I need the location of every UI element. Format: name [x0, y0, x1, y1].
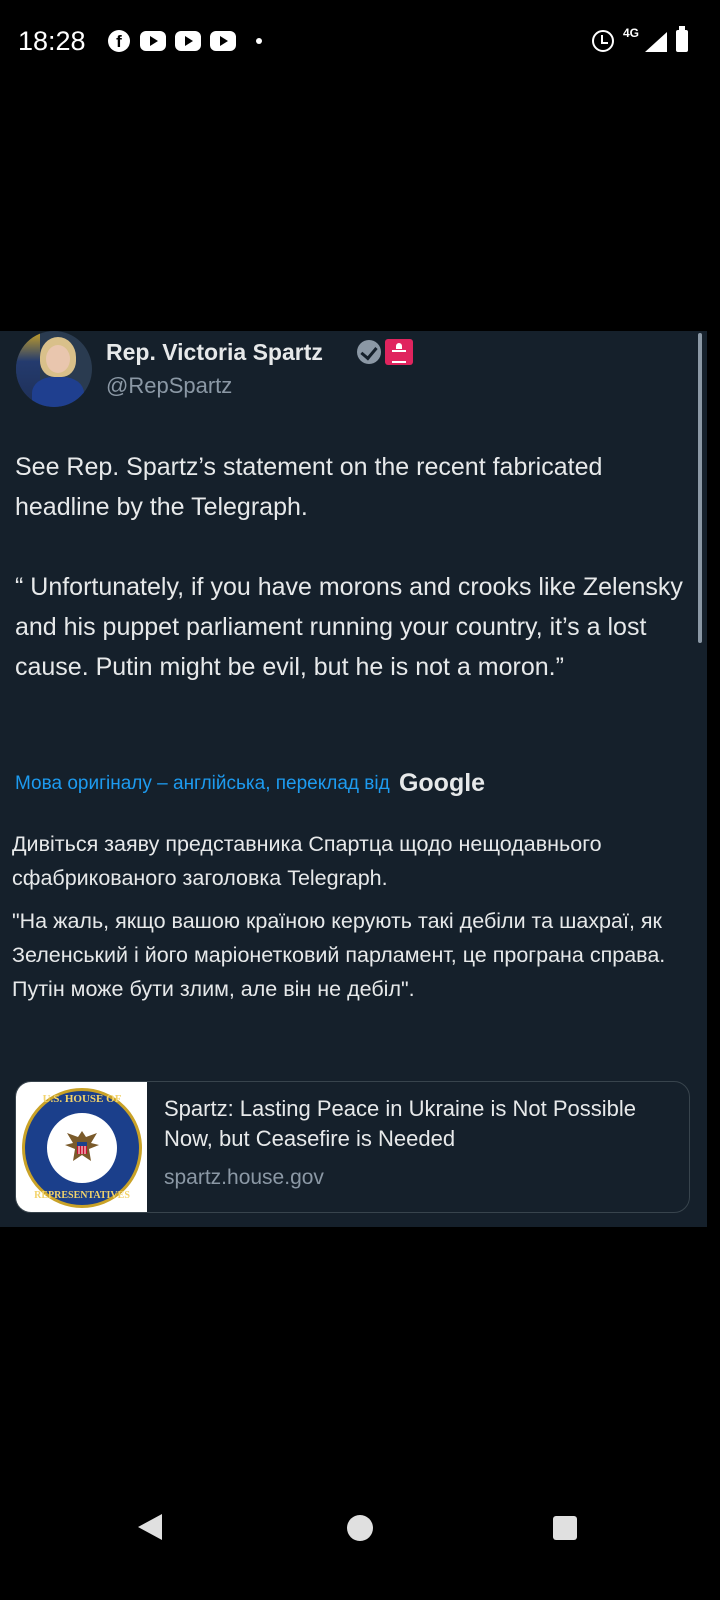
- translation-notice[interactable]: Мова оригіналу – англійська, переклад ві…: [15, 769, 485, 798]
- tweet-card[interactable]: Rep. Victoria Spartz @RepSpartz See Rep.…: [0, 331, 707, 1227]
- link-title[interactable]: Spartz: Lasting Peace in Ukraine is Not …: [164, 1094, 674, 1154]
- signal-icon: [645, 32, 667, 52]
- youtube-icon: [140, 31, 166, 51]
- recents-icon[interactable]: [553, 1516, 577, 1540]
- translated-text: Дивіться заяву представника Спартца щодо…: [12, 827, 697, 1015]
- google-logo: Google: [398, 769, 486, 797]
- author-name[interactable]: Rep. Victoria Spartz: [106, 339, 323, 366]
- home-icon[interactable]: [347, 1515, 373, 1541]
- seal-text-bottom: REPRESENTATIVES: [34, 1190, 130, 1201]
- capitol-icon: [385, 339, 413, 365]
- translation-note[interactable]: Мова оригіналу – англійська, переклад ві…: [15, 773, 390, 794]
- youtube-icon: [210, 31, 236, 51]
- eagle-icon: [65, 1131, 99, 1161]
- tweet-paragraph: See Rep. Spartz’s statement on the recen…: [15, 453, 603, 521]
- avatar[interactable]: [16, 331, 92, 407]
- author-handle[interactable]: @RepSpartz: [106, 373, 232, 399]
- translated-paragraph: Дивіться заяву представника Спартца щодо…: [12, 832, 602, 890]
- status-bar: 18:28 f 4G: [0, 0, 720, 80]
- scrollbar[interactable]: [698, 333, 702, 643]
- alarm-icon: [592, 30, 614, 52]
- link-domain[interactable]: spartz.house.gov: [164, 1166, 324, 1190]
- notification-dot-icon: [256, 38, 262, 44]
- verified-icon: [357, 340, 381, 364]
- facebook-icon: f: [108, 30, 130, 52]
- link-preview-card[interactable]: U.S. HOUSE OF REPRESENTATIVES Spartz: La…: [15, 1081, 690, 1213]
- house-seal-image: U.S. HOUSE OF REPRESENTATIVES: [22, 1088, 142, 1208]
- network-type-label: 4G: [623, 26, 640, 40]
- tweet-text: See Rep. Spartz’s statement on the recen…: [15, 447, 695, 687]
- back-icon[interactable]: [138, 1514, 162, 1540]
- translated-paragraph: "На жаль, якщо вашою країною керують так…: [12, 909, 666, 1001]
- link-thumbnail[interactable]: U.S. HOUSE OF REPRESENTATIVES: [16, 1082, 147, 1212]
- seal-text-top: U.S. HOUSE OF: [42, 1093, 122, 1105]
- status-time: 18:28: [18, 26, 86, 56]
- tweet-paragraph: “ Unfortunately, if you have morons and …: [15, 573, 683, 681]
- youtube-icon: [175, 31, 201, 51]
- battery-icon: [676, 26, 688, 52]
- system-nav-bar: [0, 1490, 720, 1570]
